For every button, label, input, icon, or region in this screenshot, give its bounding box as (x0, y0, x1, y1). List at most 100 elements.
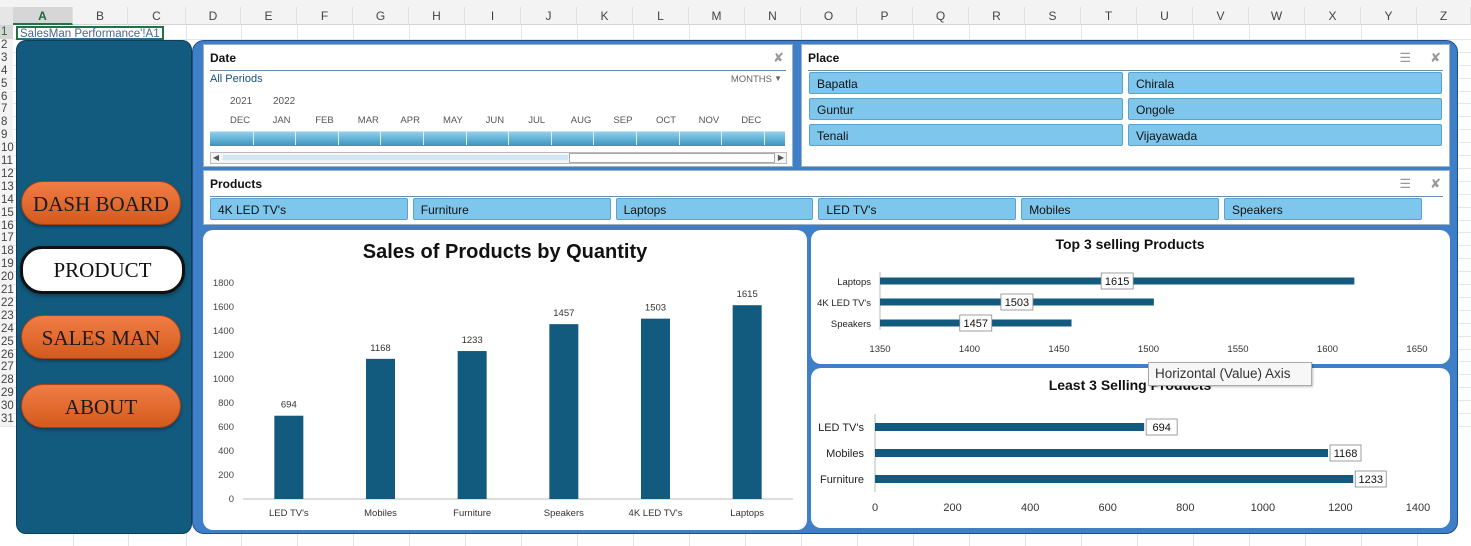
place-tile[interactable]: Guntur (809, 98, 1123, 120)
row-header-7[interactable]: 7 (0, 103, 13, 117)
row-header-29[interactable]: 29 (0, 387, 14, 401)
row-header-31[interactable]: 31 (0, 413, 14, 426)
column-header-k[interactable]: K (577, 7, 633, 25)
scroll-left-icon[interactable]: ◀ (211, 153, 221, 163)
multi-select-icon[interactable]: ☰ (1399, 50, 1411, 66)
timeline-month-label[interactable]: JUL (528, 115, 545, 126)
column-header-g[interactable]: G (353, 7, 409, 25)
row-header-15[interactable]: 15 (0, 206, 14, 220)
product-tile[interactable]: 4K LED TV's (210, 198, 408, 220)
scroll-thumb[interactable] (569, 153, 775, 163)
timeline-month-label[interactable]: DEC (741, 115, 761, 126)
product-tile[interactable]: Mobiles (1021, 198, 1219, 220)
row-header-5[interactable]: 5 (0, 77, 13, 91)
row-header-10[interactable]: 10 (0, 142, 14, 155)
timeline-month-label[interactable]: MAY (443, 115, 463, 126)
row-header-23[interactable]: 23 (0, 309, 14, 323)
least3-chart-card[interactable]: Least 3 Selling Products 0 200 400 600 800 100… (811, 368, 1450, 528)
column-header-y[interactable]: Y (1361, 7, 1417, 25)
column-header-s[interactable]: S (1025, 7, 1081, 25)
column-header-j[interactable]: J (521, 7, 577, 25)
row-header-11[interactable]: 11 (0, 155, 13, 168)
row-header-27[interactable]: 27 (0, 361, 14, 375)
product-tile[interactable]: Furniture (412, 198, 611, 220)
timeline-month-label[interactable]: NOV (699, 115, 720, 126)
column-header-b[interactable]: B (73, 7, 128, 25)
column-header-e[interactable]: E (241, 7, 297, 25)
row-header-19[interactable]: 19 (0, 258, 14, 272)
timeline-month-label[interactable]: JUN (486, 115, 504, 126)
row-header-6[interactable]: 6 (0, 90, 13, 104)
sales-by-quantity-chart-card[interactable]: Sales of Products by Quantity 0 200 400 600 8… (203, 230, 807, 530)
column-header-v[interactable]: V (1193, 7, 1249, 25)
top3-chart-card[interactable]: Top 3 selling Products 1350 1400 1450 1500 15… (811, 230, 1450, 364)
product-tile[interactable]: Laptops (615, 198, 814, 220)
dashboard-button[interactable]: DASH BOARD (21, 181, 181, 225)
cell-a1-hyperlink[interactable]: SalesMan Performance'!A1 (16, 26, 164, 40)
row-header-17[interactable]: 17 (0, 232, 14, 246)
row-header-30[interactable]: 30 (0, 400, 14, 413)
timeline-month-label[interactable]: MAR (358, 115, 379, 126)
select-all-corner[interactable] (0, 7, 13, 26)
row-header-16[interactable]: 16 (0, 219, 14, 233)
scroll-right-icon[interactable]: ▶ (776, 153, 786, 163)
row-header-21[interactable]: 21 (0, 284, 14, 297)
product-tile[interactable]: Speakers (1224, 198, 1422, 220)
row-header-12[interactable]: 12 (0, 167, 14, 181)
row-header-22[interactable]: 22 (0, 296, 14, 310)
row-header-25[interactable]: 25 (0, 335, 14, 349)
column-header-f[interactable]: F (297, 7, 353, 25)
column-header-w[interactable]: W (1249, 7, 1305, 25)
place-tile[interactable]: Vijayawada (1128, 124, 1442, 146)
top3-selling-chart[interactable]: Top 3 selling Products 1350 1400 1450 1500 15… (811, 230, 1450, 364)
chevron-down-icon[interactable]: ▼ (774, 74, 782, 83)
column-header-n[interactable]: N (745, 7, 801, 25)
column-header-r[interactable]: R (969, 7, 1025, 25)
place-tile[interactable]: Tenali (809, 124, 1123, 146)
row-header-2[interactable]: 2 (0, 38, 13, 52)
least3-selling-chart[interactable]: Least 3 Selling Products0 200 400 600 800 100… (811, 368, 1450, 528)
product-button[interactable]: PRODUCT (20, 246, 185, 294)
timeline-month-label[interactable]: JAN (273, 115, 291, 126)
clear-filter-icon[interactable]: ✘ (773, 50, 784, 66)
column-header-i[interactable]: I (465, 7, 521, 25)
row-header-1[interactable]: 1 (0, 26, 13, 39)
timeline-month-label[interactable]: AUG (571, 115, 592, 126)
timeline-scrollbar[interactable]: ◀ ▶ (210, 152, 787, 164)
column-header-l[interactable]: L (633, 7, 689, 25)
row-header-8[interactable]: 8 (0, 116, 13, 130)
multi-select-icon[interactable]: ☰ (1399, 176, 1411, 192)
sales-by-quantity-chart[interactable]: Sales of Products by Quantity 0 200 400 600 8… (203, 230, 807, 530)
place-tile[interactable]: Chirala (1128, 72, 1442, 94)
about-button[interactable]: ABOUT (21, 384, 181, 428)
row-header-28[interactable]: 28 (0, 374, 14, 388)
column-header-x[interactable]: X (1305, 7, 1361, 25)
products-slicer[interactable]: Products ☰ ✘ 4K LED TV's Furniture Laptops… (203, 170, 1450, 225)
column-header-o[interactable]: O (801, 7, 857, 25)
clear-filter-icon[interactable]: ✘ (1430, 176, 1441, 192)
timeline-month-label[interactable]: OCT (656, 115, 676, 126)
column-header-u[interactable]: U (1137, 7, 1193, 25)
row-header-3[interactable]: 3 (0, 51, 13, 65)
row-header-20[interactable]: 20 (0, 271, 14, 284)
salesman-button[interactable]: SALES MAN (21, 315, 181, 359)
column-header-c[interactable]: C (128, 7, 186, 25)
row-header-9[interactable]: 9 (0, 129, 13, 143)
place-tile[interactable]: Bapatla (809, 72, 1123, 94)
timeline-month-label[interactable]: APR (400, 115, 420, 126)
row-header-26[interactable]: 26 (0, 348, 14, 362)
date-granularity-select[interactable]: MONTHS (731, 74, 772, 85)
timeline-month-label[interactable]: SEP (613, 115, 632, 126)
row-header-13[interactable]: 13 (0, 180, 14, 194)
timeline-month-label[interactable]: FEB (315, 115, 333, 126)
column-header-h[interactable]: H (409, 7, 465, 25)
place-slicer[interactable]: Place ☰ ✘ Bapatla Chirala Guntur Ongole Tena… (801, 44, 1450, 167)
column-header-d[interactable]: D (186, 7, 241, 25)
column-header-m[interactable]: M (689, 7, 745, 25)
timeline-bar[interactable] (210, 131, 785, 146)
column-header-p[interactable]: P (857, 7, 913, 25)
column-header-a[interactable]: A (13, 7, 73, 25)
row-header-14[interactable]: 14 (0, 193, 14, 207)
column-header-z[interactable]: Z (1417, 7, 1471, 25)
row-header-4[interactable]: 4 (0, 64, 13, 78)
